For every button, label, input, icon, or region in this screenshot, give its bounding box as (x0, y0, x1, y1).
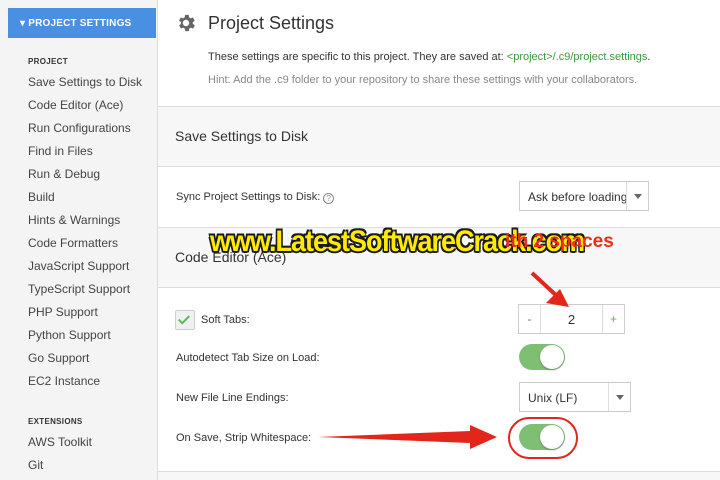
sync-settings-label-text: Sync Project Settings to Disk: (176, 191, 321, 203)
section-body-code-editor: Soft Tabs: - 2 + Autodetect Tab Size on … (158, 288, 720, 472)
chevron-down-icon (608, 383, 630, 411)
toggle-knob (540, 345, 564, 369)
sidebar-item-go-support[interactable]: Go Support (28, 351, 89, 365)
strip-whitespace-label: On Save, Strip Whitespace: (176, 432, 312, 444)
sidebar-item-hints-warnings[interactable]: Hints & Warnings (28, 213, 120, 227)
autodetect-tab-size-toggle[interactable] (519, 344, 565, 370)
line-endings-label: New File Line Endings: (176, 392, 289, 404)
tab-size-decrement-button[interactable]: - (519, 305, 541, 333)
sidebar-group-extensions: EXTENSIONS (28, 417, 83, 426)
sync-settings-value: Ask before loading (528, 190, 628, 204)
sidebar-item-git[interactable]: Git (28, 458, 43, 472)
description-text: These settings are specific to this proj… (208, 51, 507, 63)
callout-text: ith 2 spaces (505, 231, 614, 252)
sidebar-item-code-formatters[interactable]: Code Formatters (28, 236, 118, 250)
sidebar-item-code-editor[interactable]: Code Editor (Ace) (28, 98, 123, 112)
sidebar-item-javascript-support[interactable]: JavaScript Support (28, 259, 129, 273)
sidebar: ▾ PROJECT SETTINGS PROJECT Save Settings… (0, 0, 158, 480)
sidebar-item-ec2-instance[interactable]: EC2 Instance (28, 374, 100, 388)
help-icon[interactable]: ? (323, 193, 335, 204)
settings-intro: Project Settings These settings are spec… (158, 0, 720, 107)
sidebar-item-build[interactable]: Build (28, 190, 55, 204)
sidebar-item-run-configurations[interactable]: Run Configurations (28, 121, 131, 135)
line-endings-value: Unix (LF) (528, 391, 578, 405)
sidebar-header-project-settings[interactable]: ▾ PROJECT SETTINGS (8, 8, 156, 38)
sidebar-group-project: PROJECT (28, 57, 68, 66)
soft-tabs-label: Soft Tabs: (201, 314, 250, 326)
line-endings-dropdown[interactable]: Unix (LF) (519, 382, 631, 412)
description-end: . (647, 51, 651, 63)
sync-settings-label: Sync Project Settings to Disk:? (176, 191, 335, 204)
autodetect-tab-size-label: Autodetect Tab Size on Load: (176, 352, 320, 364)
sidebar-item-save-settings[interactable]: Save Settings to Disk (28, 75, 142, 89)
sidebar-item-run-debug[interactable]: Run & Debug (28, 167, 100, 181)
sync-settings-dropdown[interactable]: Ask before loading (519, 181, 649, 211)
section-header-save-settings[interactable]: Save Settings to Disk (158, 107, 720, 167)
settings-path: <project>/.c9/project.settings (506, 51, 648, 63)
settings-description: These settings are specific to this proj… (208, 51, 650, 63)
sidebar-item-find-in-files[interactable]: Find in Files (28, 144, 93, 158)
checkmark-icon (177, 312, 191, 325)
highlight-ring (508, 417, 578, 459)
sidebar-item-typescript-support[interactable]: TypeScript Support (28, 282, 130, 296)
sidebar-item-php-support[interactable]: PHP Support (28, 305, 98, 319)
settings-hint: Hint: Add the .c9 folder to your reposit… (208, 74, 638, 86)
sidebar-item-aws-toolkit[interactable]: AWS Toolkit (28, 435, 92, 449)
gear-icon (179, 14, 195, 32)
tab-size-stepper[interactable]: - 2 + (518, 304, 625, 334)
page-title: Project Settings (208, 13, 335, 33)
section-title-save-settings: Save Settings to Disk (175, 128, 309, 144)
tab-size-increment-button[interactable]: + (602, 305, 624, 333)
tab-size-value[interactable]: 2 (541, 312, 602, 327)
sidebar-item-python-support[interactable]: Python Support (28, 328, 111, 342)
soft-tabs-checkbox[interactable] (175, 310, 195, 330)
chevron-down-icon (626, 182, 648, 210)
section-body-save-settings: Sync Project Settings to Disk:? Ask befo… (158, 167, 720, 228)
